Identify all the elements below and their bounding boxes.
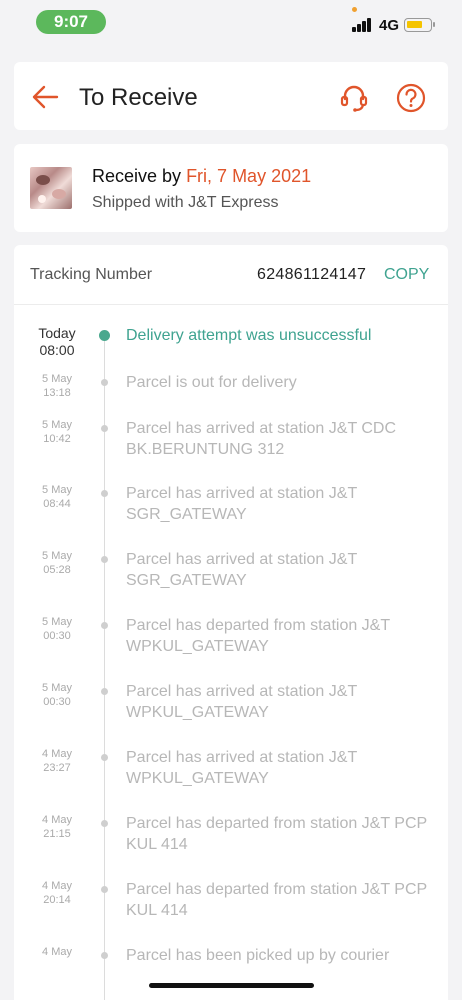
event-date: 4 May (42, 814, 72, 826)
timeline-dot (101, 379, 108, 386)
signal-icon (352, 18, 374, 32)
event-time: 10:42 (43, 433, 71, 445)
status-time: 9:07 (36, 10, 106, 34)
event-datetime: 5 May 13:18 (30, 372, 84, 400)
event-time: 08:00 (39, 342, 75, 358)
event-description: Parcel has departed from station J&T PCP… (126, 815, 427, 853)
event-date: 4 May (42, 748, 72, 760)
receive-by-line: Receive by Fri, 7 May 2021 (92, 166, 311, 187)
receive-date: Fri, 7 May 2021 (186, 166, 312, 186)
event-datetime: 4 May 23:27 (30, 747, 84, 775)
privacy-indicator-dot (352, 7, 357, 12)
timeline-dot (101, 556, 108, 563)
timeline-dot (101, 622, 108, 629)
event-datetime: Today 08:00 (30, 325, 84, 359)
network-type: 4G (379, 17, 400, 34)
event-time: 00:30 (43, 630, 71, 642)
event-description: Parcel has arrived at station J&T CDC BK… (126, 420, 397, 458)
event-date: 5 May (42, 682, 72, 694)
back-button[interactable] (30, 82, 60, 112)
tracking-header: Tracking Number 624861124147 COPY (14, 245, 448, 305)
event-time: 20:14 (43, 894, 71, 906)
event-datetime: 4 May 21:15 (30, 813, 84, 841)
event-time: 21:15 (43, 828, 71, 840)
customer-support-button[interactable] (338, 82, 370, 114)
timeline-dot (101, 754, 108, 761)
timeline-dot (101, 820, 108, 827)
help-button[interactable] (395, 82, 427, 114)
event-datetime: 5 May 05:28 (30, 549, 84, 577)
event-date: 4 May (42, 946, 72, 958)
timeline-dot (101, 688, 108, 695)
timeline-dot (101, 425, 108, 432)
headset-icon (340, 85, 368, 112)
event-description: Delivery attempt was unsuccessful (126, 327, 372, 344)
copy-button[interactable]: COPY (384, 266, 429, 284)
header-bar: To Receive (14, 62, 448, 130)
event-datetime: 4 May 20:14 (30, 879, 84, 907)
event-datetime: 4 May (30, 945, 84, 959)
event-datetime: 5 May 00:30 (30, 681, 84, 709)
status-bar: 9:07 4G (0, 0, 462, 48)
event-date: 4 May (42, 880, 72, 892)
event-datetime: 5 May 08:44 (30, 483, 84, 511)
event-datetime: 5 May 10:42 (30, 418, 84, 446)
shipping-carrier: Shipped with J&T Express (92, 194, 279, 211)
battery-icon (404, 18, 435, 32)
event-time: 05:28 (43, 564, 71, 576)
timeline-line (104, 335, 105, 1000)
event-description: Parcel has departed from station J&T WPK… (126, 617, 390, 655)
tracking-card: Tracking Number 624861124147 COPY Today 0… (14, 245, 448, 1000)
event-time: 23:27 (43, 762, 71, 774)
event-description: Parcel has departed from station J&T PCP… (126, 881, 427, 919)
timeline-dot (101, 886, 108, 893)
event-description: Parcel is out for delivery (126, 374, 297, 391)
page-title: To Receive (79, 84, 198, 111)
event-description: Parcel has been picked up by courier (126, 947, 390, 964)
event-time: 08:44 (43, 498, 71, 510)
tracking-number-label: Tracking Number (30, 266, 153, 283)
home-indicator[interactable] (149, 983, 314, 988)
event-datetime: 5 May 00:30 (30, 615, 84, 643)
timeline-dot (101, 952, 108, 959)
event-date: 5 May (42, 373, 72, 385)
current-status-dot (99, 330, 110, 341)
event-description: Parcel has arrived at station J&T SGR_GA… (126, 485, 357, 523)
delivery-summary-card: Receive by Fri, 7 May 2021 Shipped with … (14, 144, 448, 232)
event-time: 13:18 (43, 387, 71, 399)
event-description: Parcel has arrived at station J&T SGR_GA… (126, 551, 357, 589)
timeline-dot (101, 490, 108, 497)
event-description: Parcel has arrived at station J&T WPKUL_… (126, 749, 357, 787)
event-time: 00:30 (43, 696, 71, 708)
event-date: 5 May (42, 484, 72, 496)
arrow-left-icon (32, 85, 59, 109)
event-date: Today (38, 325, 76, 341)
tracking-number: 624861124147 (257, 266, 367, 283)
event-date: 5 May (42, 616, 72, 628)
question-circle-icon (396, 83, 426, 113)
product-thumbnail[interactable] (30, 167, 72, 209)
receive-by-label: Receive by (92, 166, 182, 186)
event-description: Parcel has arrived at station J&T WPKUL_… (126, 683, 357, 721)
event-date: 5 May (42, 419, 72, 431)
event-date: 5 May (42, 550, 72, 562)
